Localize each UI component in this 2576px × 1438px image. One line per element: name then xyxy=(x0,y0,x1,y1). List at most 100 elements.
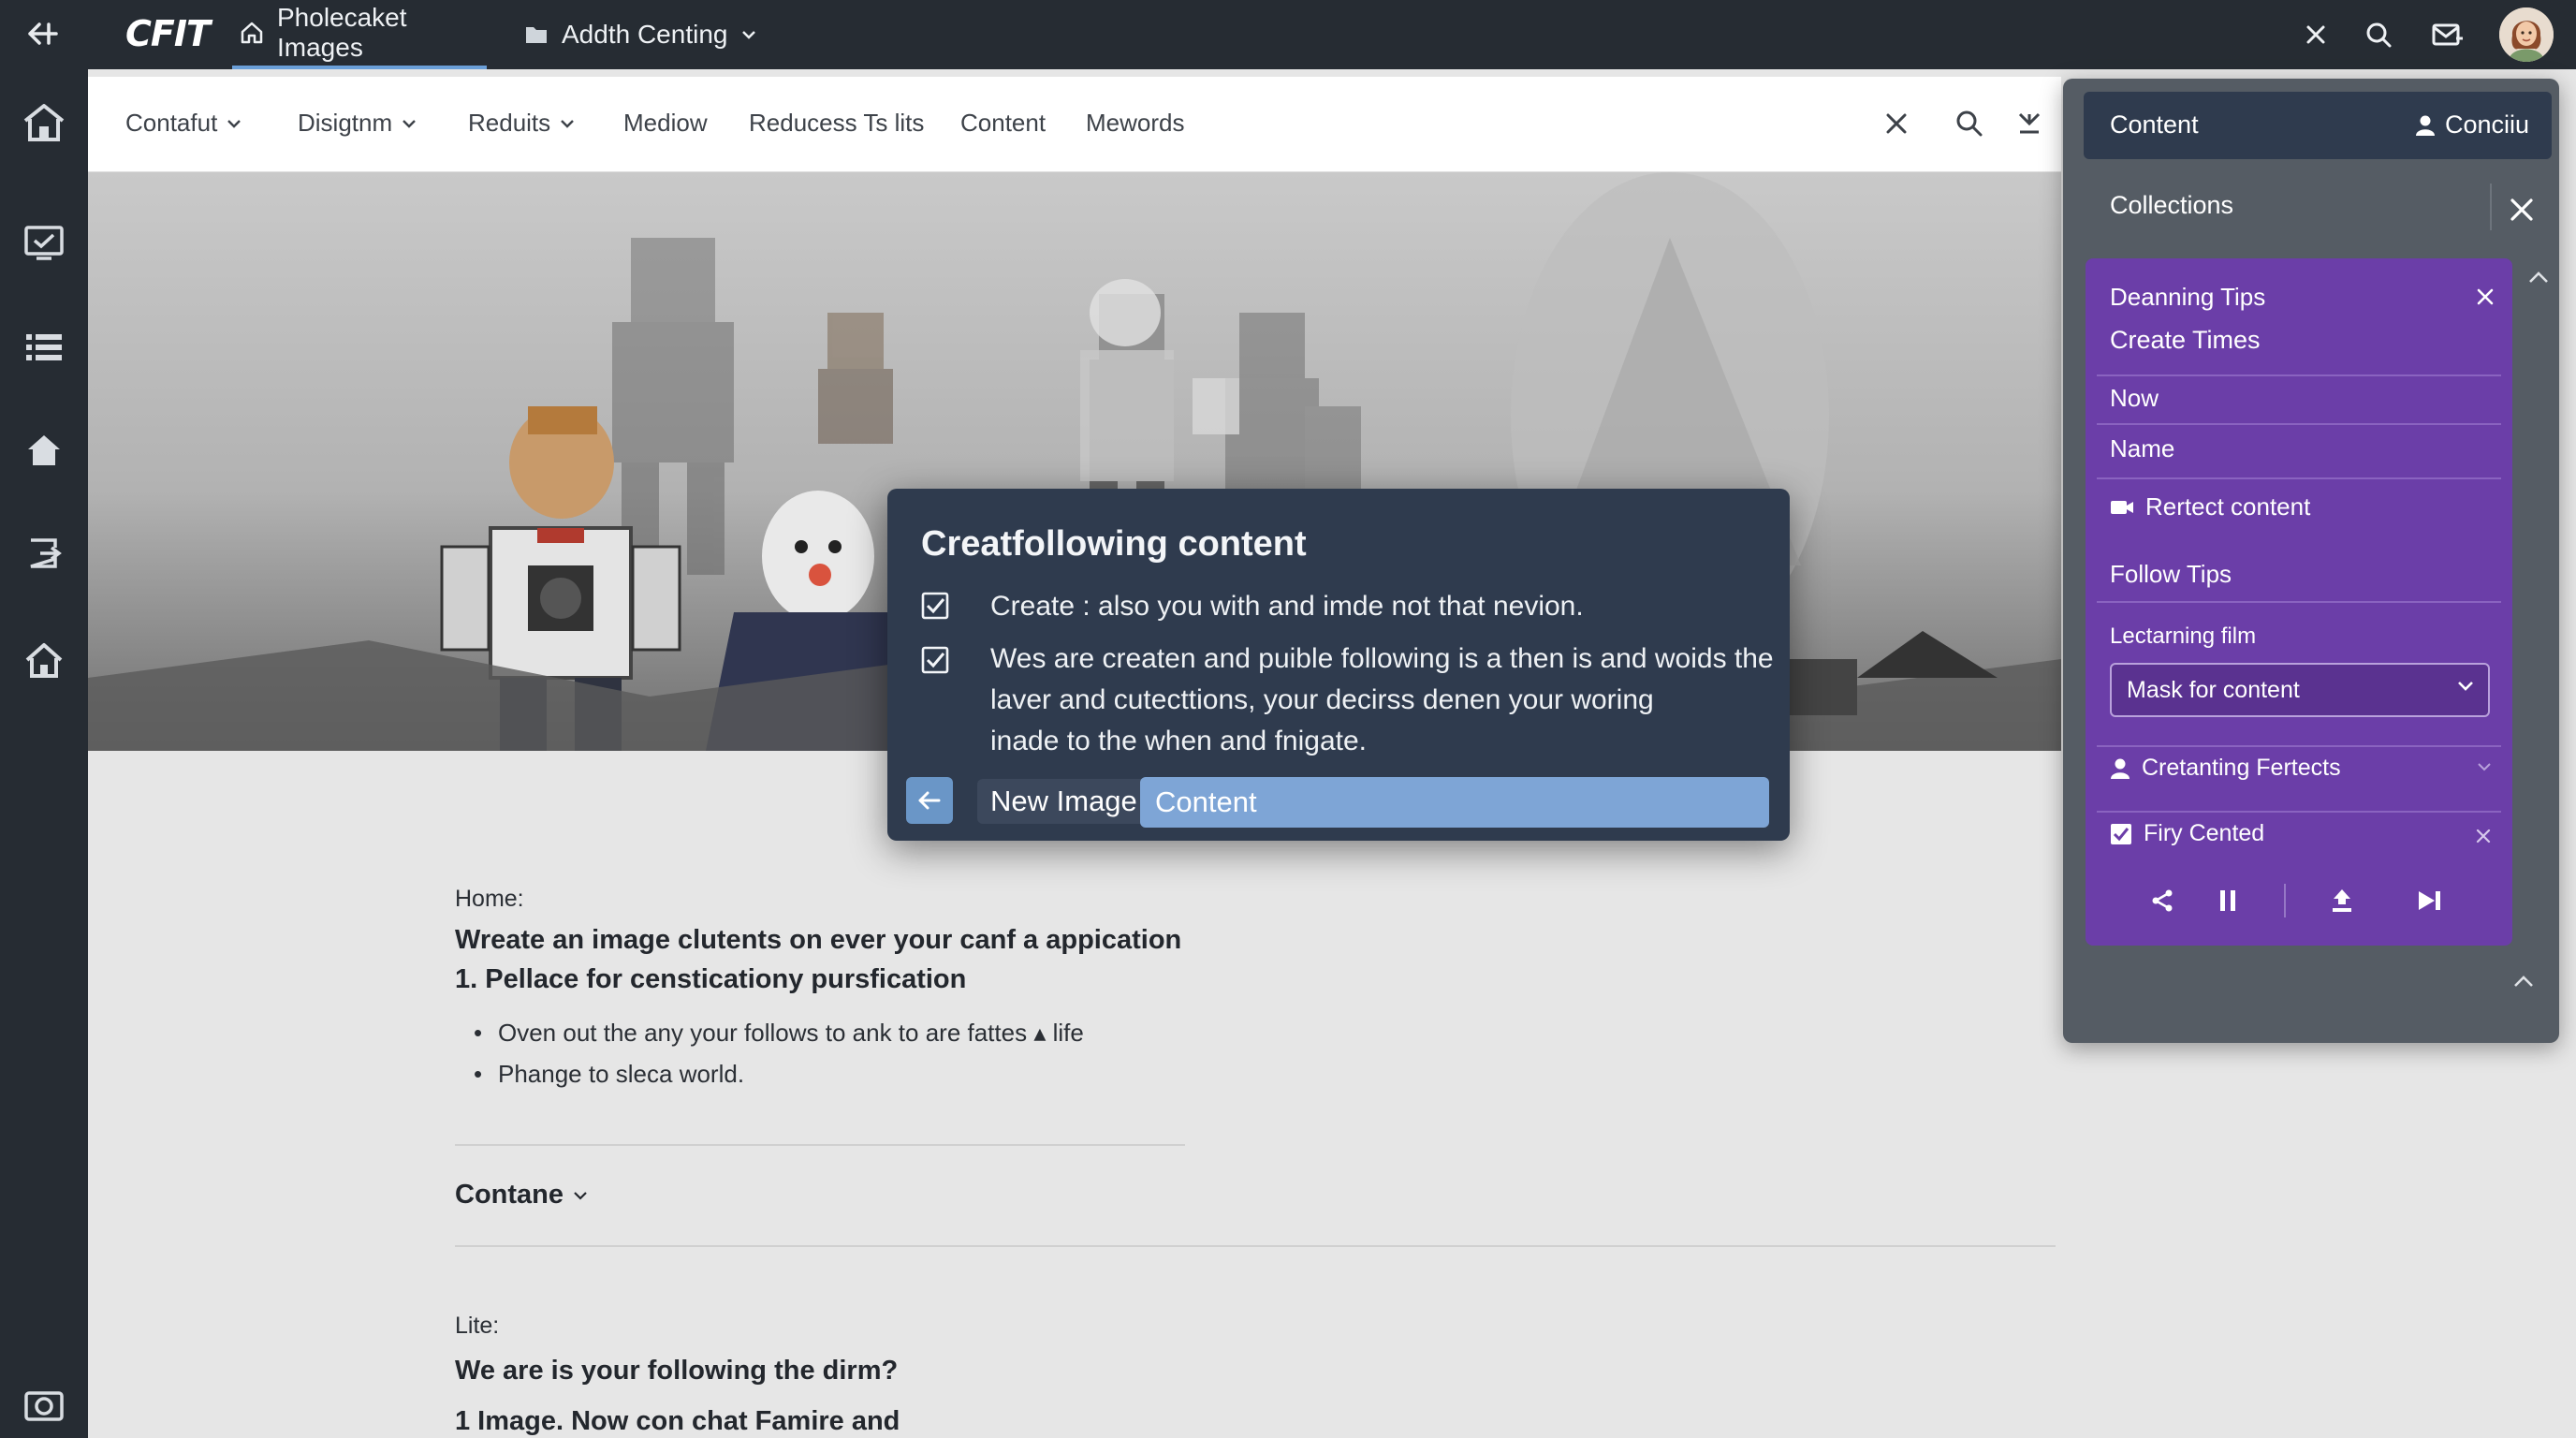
tab-addth-centing[interactable]: Addth Centing xyxy=(524,0,757,69)
checkbox-checked-icon xyxy=(2111,823,2131,844)
arrow-left-icon xyxy=(918,791,941,810)
nav-item-reduits[interactable]: Reduits xyxy=(468,109,575,138)
divider xyxy=(2097,423,2501,425)
divider xyxy=(2097,477,2501,479)
pause-icon[interactable] xyxy=(2211,884,2245,917)
list-item-firy-cented[interactable]: Firy Cented xyxy=(2110,820,2264,847)
chevron-down-icon xyxy=(561,119,575,128)
left-sidebar xyxy=(0,69,88,1438)
list-item[interactable]: Now xyxy=(2110,384,2159,413)
back-icon[interactable] xyxy=(22,15,64,52)
app-logo: CFIT xyxy=(125,13,211,54)
home-icon xyxy=(240,21,264,45)
list-item-label: Cretanting Fertects xyxy=(2142,755,2341,781)
divider xyxy=(455,1245,2056,1247)
download-icon[interactable] xyxy=(2011,105,2048,142)
panel-toolbar xyxy=(2086,876,2512,923)
tab-pholecaket-images[interactable]: Pholecaket Images xyxy=(232,0,487,69)
collection-list: Deanning Tips Create Times Now Name Rert… xyxy=(2086,258,2512,946)
nav-item-label: Mewords xyxy=(1086,109,1185,137)
panel-header-label: Content xyxy=(2110,110,2199,139)
chevron-up-icon[interactable] xyxy=(2527,270,2554,288)
list-item[interactable]: Deanning Tips xyxy=(2110,283,2265,312)
mail-icon[interactable] xyxy=(2432,0,2464,69)
divider xyxy=(2490,183,2492,230)
avatar[interactable] xyxy=(2499,7,2554,62)
content-item: 1 Image. Now con chat Famire and xyxy=(455,1406,900,1436)
close-icon[interactable] xyxy=(2475,828,2492,844)
checkbox-checked-icon[interactable] xyxy=(921,592,949,620)
panel-user[interactable]: Conciiu xyxy=(2415,110,2529,139)
nav-item-content[interactable]: Content xyxy=(960,109,1046,138)
sidebar-camera-icon[interactable] xyxy=(19,1380,69,1431)
divider xyxy=(2284,884,2286,917)
top-nav: Contafut Disigtnm Reduits Mediow Reduces… xyxy=(88,77,2061,172)
content-input[interactable] xyxy=(1140,777,1769,828)
panel-user-label: Conciiu xyxy=(2444,110,2529,139)
chevron-down-icon xyxy=(2458,682,2473,691)
tab-label: Pholecaket Images xyxy=(277,3,407,62)
list-item[interactable]: Follow Tips xyxy=(2110,560,2232,589)
content-area: Home: Wreate an image clutents on ever y… xyxy=(88,751,2061,1438)
home-label: Home: xyxy=(455,886,524,912)
tab-label: Addth Centing xyxy=(562,20,728,49)
nav-item-reducess[interactable]: Reducess Ts lits xyxy=(749,109,924,138)
nav-item-mewords[interactable]: Mewords xyxy=(1086,109,1184,138)
sidebar-list-icon[interactable] xyxy=(19,322,69,373)
search-icon[interactable] xyxy=(1951,105,1988,142)
nav-item-disigtnm[interactable]: Disigtnm xyxy=(298,109,417,138)
chevron-down-icon xyxy=(740,29,757,40)
field-label: Lectarning film xyxy=(2110,624,2257,649)
list-item: Oven out the any your follows to ank to … xyxy=(455,1019,1084,1048)
new-image-button[interactable]: New Image xyxy=(977,779,1150,824)
sidebar-house-icon[interactable] xyxy=(19,425,69,476)
divider xyxy=(2097,811,2501,813)
section-label: Contane xyxy=(455,1180,564,1210)
sidebar-export-icon[interactable] xyxy=(19,528,69,579)
lite-label: Lite: xyxy=(455,1313,500,1339)
chevron-up-icon[interactable] xyxy=(2512,974,2542,996)
divider xyxy=(2097,374,2501,376)
chevron-down-icon xyxy=(227,119,242,128)
list-item-cretanting-fertects[interactable]: Cretanting Fertects xyxy=(2110,755,2341,782)
user-icon xyxy=(2111,758,2130,779)
close-icon[interactable] xyxy=(2475,286,2496,307)
list-item[interactable]: Create Times xyxy=(2110,326,2261,355)
mask-select[interactable]: Mask for content xyxy=(2110,663,2490,717)
check-text: inade to the when and fnigate. xyxy=(990,726,1367,756)
divider xyxy=(2097,745,2501,747)
list-item-rertect-content[interactable]: Rertect content xyxy=(2110,492,2310,521)
nav-item-label: Contafut xyxy=(125,109,218,137)
skip-forward-icon[interactable] xyxy=(2413,884,2447,917)
content-subheading: 1. Pellace for censticationy pursficatio… xyxy=(455,964,967,994)
chevron-down-icon[interactable] xyxy=(2477,762,2492,771)
create-content-dialog: Creatfollowing content Create : also you… xyxy=(887,489,1790,841)
nav-item-label: Mediow xyxy=(623,109,708,137)
nav-item-mediow[interactable]: Mediow xyxy=(623,109,708,138)
sidebar-monitor-icon[interactable] xyxy=(19,217,69,268)
checkbox-checked-icon[interactable] xyxy=(921,646,949,674)
list-item[interactable]: Name xyxy=(2110,434,2174,463)
sidebar-home-alt-icon[interactable] xyxy=(19,635,69,685)
user-icon xyxy=(2415,115,2435,136)
section-toggle-contane[interactable]: Contane xyxy=(455,1180,588,1211)
close-icon[interactable] xyxy=(2303,0,2329,69)
close-collections-icon[interactable] xyxy=(2507,195,2540,228)
content-heading: Wreate an image clutents on ever your ca… xyxy=(455,925,1182,955)
share-icon[interactable] xyxy=(2145,884,2179,917)
folder-icon xyxy=(524,23,549,46)
search-icon[interactable] xyxy=(2364,0,2393,69)
chevron-down-icon xyxy=(402,119,416,128)
close-icon[interactable] xyxy=(1878,105,1915,142)
upload-icon[interactable] xyxy=(2325,884,2359,917)
nav-item-label: Reducess Ts lits xyxy=(749,109,925,137)
sidebar-home-icon[interactable] xyxy=(19,97,69,148)
divider xyxy=(455,1144,1185,1146)
nav-item-label: Reduits xyxy=(468,109,551,137)
right-panel: Content Conciiu Collections Deanning Tip… xyxy=(2063,79,2559,1043)
title-bar: CFIT Pholecaket Images Addth Centing xyxy=(0,0,2576,69)
back-button[interactable] xyxy=(906,777,953,824)
video-icon xyxy=(2111,500,2133,514)
nav-item-contafut[interactable]: Contafut xyxy=(125,109,242,138)
select-value: Mask for content xyxy=(2127,677,2300,703)
